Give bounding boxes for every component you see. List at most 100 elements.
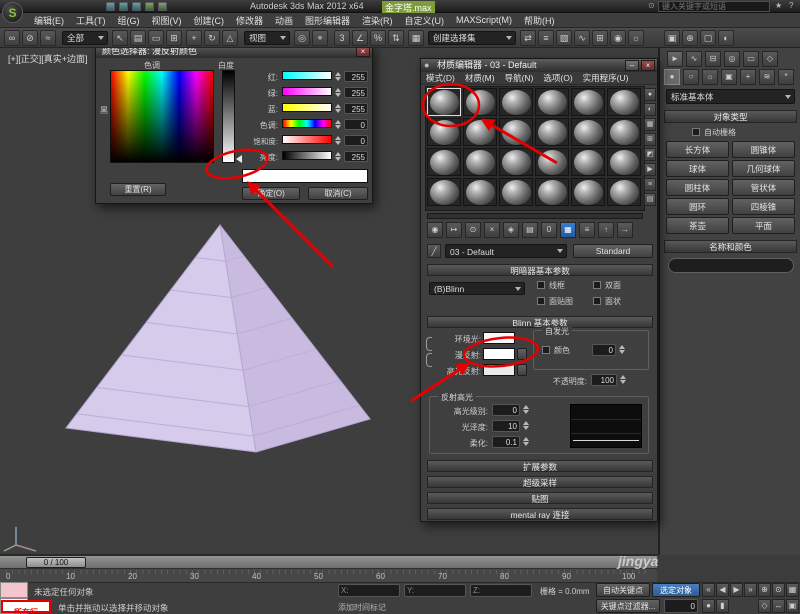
reference-coordinate-dropdown[interactable]: 视图 (244, 31, 290, 45)
diffuse-map-button[interactable] (517, 348, 527, 360)
sample-slot[interactable] (535, 178, 569, 206)
shader-type-dropdown[interactable]: (B)Blinn (429, 282, 525, 295)
named-selection-dropdown[interactable]: 创建选择集 (428, 31, 516, 45)
window-crossing-icon[interactable]: ⊞ (166, 30, 182, 46)
material-id-icon[interactable]: 0 (541, 222, 557, 238)
play-button[interactable]: ▶ (730, 583, 743, 597)
go-to-parent-icon[interactable]: ↑ (598, 222, 614, 238)
opacity-value[interactable]: 100 (591, 374, 617, 386)
sample-slot[interactable] (427, 118, 461, 146)
glossiness-value[interactable]: 10 (492, 420, 520, 432)
snap-toggle-icon[interactable]: 3 (334, 30, 350, 46)
diffuse-color-swatch[interactable] (483, 348, 515, 360)
category-cameras[interactable]: ▣ (721, 69, 737, 85)
sample-slot[interactable] (463, 178, 497, 206)
put-to-scene-icon[interactable]: ↦ (446, 222, 462, 238)
render-iterative-icon[interactable]: ▢ (700, 30, 716, 46)
tab-hierarchy[interactable]: ⊟ (705, 51, 721, 67)
bind-spacewarp-icon[interactable]: ≈ (40, 30, 56, 46)
tab-display[interactable]: ▭ (743, 51, 759, 67)
blue-value[interactable]: 255 (344, 103, 368, 114)
two-sided-checkbox[interactable] (593, 281, 601, 289)
hue-saturation-box[interactable] (110, 70, 214, 163)
menu-create[interactable]: 创建(C) (188, 14, 231, 27)
material-editor-title[interactable]: 材质编辑器 - 03 - Default (421, 59, 657, 72)
me-menu-modes[interactable]: 模式(D) (421, 72, 460, 84)
material-editor-icon[interactable]: ◉ (610, 30, 626, 46)
sample-slot[interactable] (535, 88, 569, 116)
render-setup-icon[interactable]: ☼ (628, 30, 644, 46)
select-manipulate-icon[interactable]: ⌖ (312, 30, 328, 46)
button-torus[interactable]: 圆环 (666, 198, 729, 215)
rendered-frame-icon[interactable]: ▣ (664, 30, 680, 46)
layer-manager-icon[interactable]: ▧ (556, 30, 572, 46)
close-icon[interactable]: × (641, 60, 655, 71)
selection-filter-button[interactable]: 选定对象 (652, 583, 700, 597)
curve-editor-icon[interactable]: ∿ (574, 30, 590, 46)
coord-z-field[interactable]: Z: (470, 584, 532, 597)
button-plane[interactable]: 平面 (732, 217, 795, 234)
value-slider[interactable] (282, 151, 332, 160)
add-time-tag[interactable]: 添加时间标记 (338, 602, 386, 613)
video-color-check-icon[interactable]: ◩ (644, 148, 656, 161)
faceted-checkbox[interactable] (593, 297, 601, 305)
ambient-diffuse-lock-icon[interactable] (426, 337, 432, 351)
category-geometry[interactable]: ● (664, 69, 680, 85)
save-file-icon[interactable] (132, 2, 141, 11)
show-end-result-icon[interactable]: ≡ (579, 222, 595, 238)
rollout-supersampling[interactable]: 超级采样 (427, 476, 653, 488)
menu-help[interactable]: 帮助(H) (518, 14, 561, 27)
zoom-extents-icon[interactable]: ⊙ (772, 583, 785, 597)
minimize-icon[interactable]: – (625, 60, 639, 71)
selection-filter-dropdown[interactable]: 全部 (62, 31, 108, 45)
zoom-all-icon[interactable]: ▦ (786, 583, 799, 597)
hue-spinner[interactable] (334, 119, 342, 130)
object-name-input[interactable] (668, 258, 794, 273)
previous-frame-button[interactable]: ◀ (716, 583, 729, 597)
select-scale-icon[interactable]: △ (222, 30, 238, 46)
sample-slot[interactable] (463, 88, 497, 116)
face-map-checkbox[interactable] (537, 297, 545, 305)
self-illum-color-checkbox[interactable] (542, 346, 550, 354)
rollout-maps[interactable]: 贴图 (427, 492, 653, 504)
self-illum-value[interactable]: 0 (592, 344, 616, 356)
button-cone[interactable]: 圆锥体 (732, 141, 795, 158)
sample-type-icon[interactable]: ● (644, 88, 656, 101)
menu-animation[interactable]: 动画 (269, 14, 299, 27)
pivot-center-icon[interactable]: ◎ (294, 30, 310, 46)
sample-slot[interactable] (607, 148, 641, 176)
select-rotate-icon[interactable]: ↻ (204, 30, 220, 46)
whiteness-bar[interactable] (222, 70, 235, 163)
tab-modify[interactable]: ∿ (686, 51, 702, 67)
autogrid-checkbox[interactable] (692, 128, 700, 136)
green-spinner[interactable] (334, 87, 342, 98)
help-icon[interactable]: ? (789, 1, 793, 10)
tab-utilities[interactable]: ◇ (762, 51, 778, 67)
hue-value[interactable]: 0 (344, 119, 368, 130)
category-helpers[interactable]: + (740, 69, 756, 85)
reset-map-icon[interactable]: × (484, 222, 500, 238)
select-by-material-icon[interactable]: ▤ (644, 193, 656, 206)
soften-value[interactable]: 0.1 (492, 436, 520, 448)
redo-icon[interactable] (158, 2, 167, 11)
favorites-icon[interactable]: ★ (775, 1, 782, 10)
menu-maxscript[interactable]: MAXScript(M) (450, 15, 518, 25)
new-scene-icon[interactable] (106, 2, 115, 11)
select-move-icon[interactable]: + (186, 30, 202, 46)
menu-graph-editors[interactable]: 图形编辑器 (299, 14, 356, 27)
menu-edit[interactable]: 编辑(E) (28, 14, 70, 27)
self-illum-spinner[interactable] (618, 344, 626, 355)
rollout-name-color[interactable]: 名称和颜色 (664, 240, 797, 253)
angle-snap-icon[interactable]: ∠ (352, 30, 368, 46)
material-name-dropdown[interactable]: 03 - Default (445, 244, 567, 258)
make-preview-icon[interactable]: ▶ (644, 163, 656, 176)
green-slider[interactable] (282, 87, 332, 96)
infocenter-search-input[interactable] (658, 1, 770, 12)
ambient-color-swatch[interactable] (483, 332, 515, 344)
auto-key-button[interactable]: 自动关键点 (596, 583, 650, 597)
rollout-shader-basic[interactable]: 明暗器基本参数 (427, 264, 653, 276)
category-systems[interactable]: * (778, 69, 794, 85)
specular-level-spinner[interactable] (522, 404, 530, 415)
me-menu-navigation[interactable]: 导航(N) (500, 72, 539, 84)
button-pyramid[interactable]: 四棱锥 (732, 198, 795, 215)
